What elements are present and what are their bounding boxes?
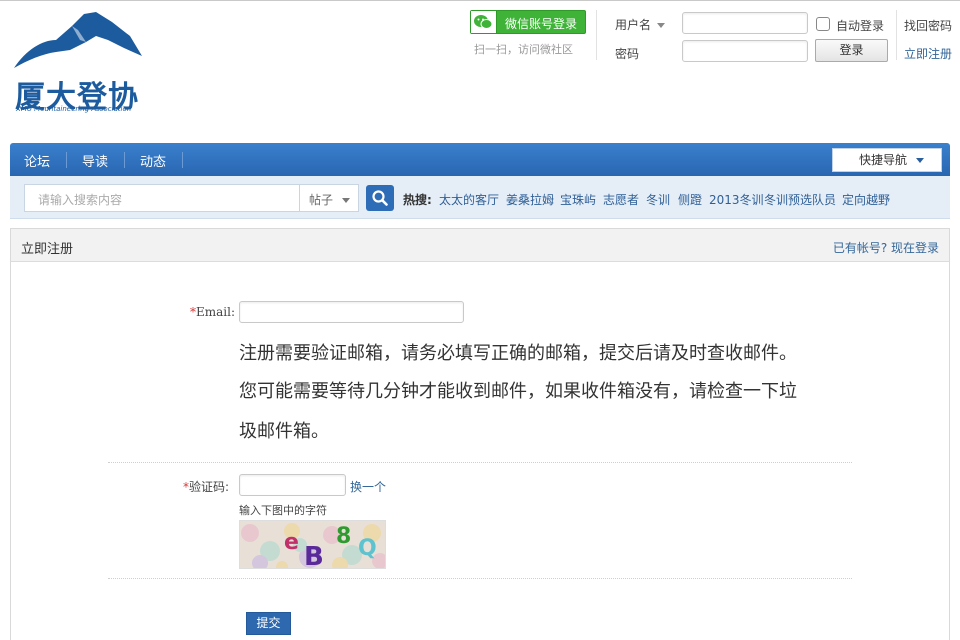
search-bar: 请输入搜索内容 帖子 热搜: 太太的客厅 姜桑拉姆 宝珠屿 志愿者 冬训 侧蹬 … xyxy=(10,176,950,219)
site-logo[interactable]: 厦大登协 XMU Mountaineering Association xyxy=(12,10,146,118)
hot-search-label: 热搜: xyxy=(403,193,432,207)
captcha-char: B xyxy=(304,542,324,569)
forgot-password-link[interactable]: 找回密码 xyxy=(904,17,952,34)
captcha-char: 8 xyxy=(336,524,351,549)
hot-search-link[interactable]: 冬训预选队员 xyxy=(764,191,836,208)
captcha-label-text: 验证码: xyxy=(189,480,230,494)
chevron-down-icon xyxy=(916,158,925,163)
email-notice-line-1: 注册需要验证邮箱，请务必填写正确的邮箱，提交后请及时查收邮件。 xyxy=(239,343,797,364)
username-input[interactable] xyxy=(682,12,808,34)
nav-divider xyxy=(66,152,67,168)
captcha-label: *验证码: xyxy=(183,478,229,495)
auto-login-label: 自动登录 xyxy=(836,19,885,33)
login-divider xyxy=(896,10,897,60)
captcha-image[interactable]: e B 8 Q xyxy=(239,520,386,569)
register-link[interactable]: 立即注册 xyxy=(904,45,952,62)
top-border xyxy=(0,0,960,1)
hot-search-link[interactable]: 志愿者 xyxy=(603,191,639,208)
search-icon xyxy=(372,190,388,206)
email-label: *Email: xyxy=(190,305,235,319)
captcha-char: Q xyxy=(358,536,377,561)
captcha-char: e xyxy=(284,530,299,555)
divider xyxy=(108,578,852,579)
nav-item-activity[interactable]: 动态 xyxy=(140,151,166,170)
header-divider xyxy=(596,10,597,60)
search-type-label: 帖子 xyxy=(309,193,334,207)
password-input[interactable] xyxy=(682,40,808,62)
quick-nav-label: 快捷导航 xyxy=(859,153,908,167)
username-type-select[interactable]: 用户名 xyxy=(615,16,666,33)
captcha-hint: 输入下图中的字符 xyxy=(239,504,327,517)
page-title: 立即注册 xyxy=(21,242,74,257)
panel-header: 立即注册 已有帐号? 现在登录 xyxy=(11,229,949,262)
search-button[interactable] xyxy=(366,185,394,211)
captcha-refresh-link[interactable]: 换一个 xyxy=(350,478,386,495)
quick-nav-button[interactable]: 快捷导航 xyxy=(832,148,942,172)
wechat-icon xyxy=(471,11,497,33)
nav-item-guide[interactable]: 导读 xyxy=(82,151,108,170)
wechat-login-button[interactable]: 微信账号登录 xyxy=(470,10,586,34)
email-notice-line-2: 您可能需要等待几分钟才能收到邮件，如果收件箱没有，请检查一下垃 xyxy=(239,381,797,402)
chevron-down-icon xyxy=(342,198,351,203)
search-type-select[interactable]: 帖子 xyxy=(299,184,359,212)
username-label: 用户名 xyxy=(615,18,652,32)
hot-search-link[interactable]: 2013冬训 xyxy=(709,191,764,208)
password-label: 密码 xyxy=(615,47,640,61)
email-label-text: Email: xyxy=(196,305,236,319)
divider xyxy=(108,462,852,463)
login-button[interactable]: 登录 xyxy=(815,39,888,62)
submit-button[interactable]: 提交 xyxy=(246,612,291,635)
captcha-input[interactable] xyxy=(239,474,346,496)
hot-search-link[interactable]: 定向越野 xyxy=(842,191,890,208)
existing-account-login-link[interactable]: 已有帐号? 现在登录 xyxy=(833,239,939,256)
email-input[interactable] xyxy=(239,301,464,323)
main-nav: 论坛 导读 动态 快捷导航 xyxy=(10,143,950,176)
search-input[interactable]: 请输入搜索内容 xyxy=(24,184,300,212)
chevron-down-icon xyxy=(657,23,666,28)
hot-search-link[interactable]: 侧蹬 xyxy=(678,191,702,208)
wechat-scan-hint: 扫一扫，访问微社区 xyxy=(474,43,573,56)
hot-search-link[interactable]: 姜桑拉姆 xyxy=(506,191,554,208)
hot-search-link[interactable]: 太太的客厅 xyxy=(439,191,499,208)
nav-divider xyxy=(124,152,125,168)
auto-login-checkbox[interactable] xyxy=(816,17,830,31)
logo-text-en: XMU Mountaineering Association xyxy=(16,105,132,113)
hot-search-link[interactable]: 宝珠屿 xyxy=(560,191,596,208)
hot-search-link[interactable]: 冬训 xyxy=(646,191,670,208)
mountain-logo-icon xyxy=(14,12,142,68)
nav-divider xyxy=(182,152,183,168)
nav-item-forum[interactable]: 论坛 xyxy=(24,151,50,170)
email-notice-line-3: 圾邮件箱。 xyxy=(239,421,329,442)
wechat-login-label: 微信账号登录 xyxy=(505,17,578,31)
